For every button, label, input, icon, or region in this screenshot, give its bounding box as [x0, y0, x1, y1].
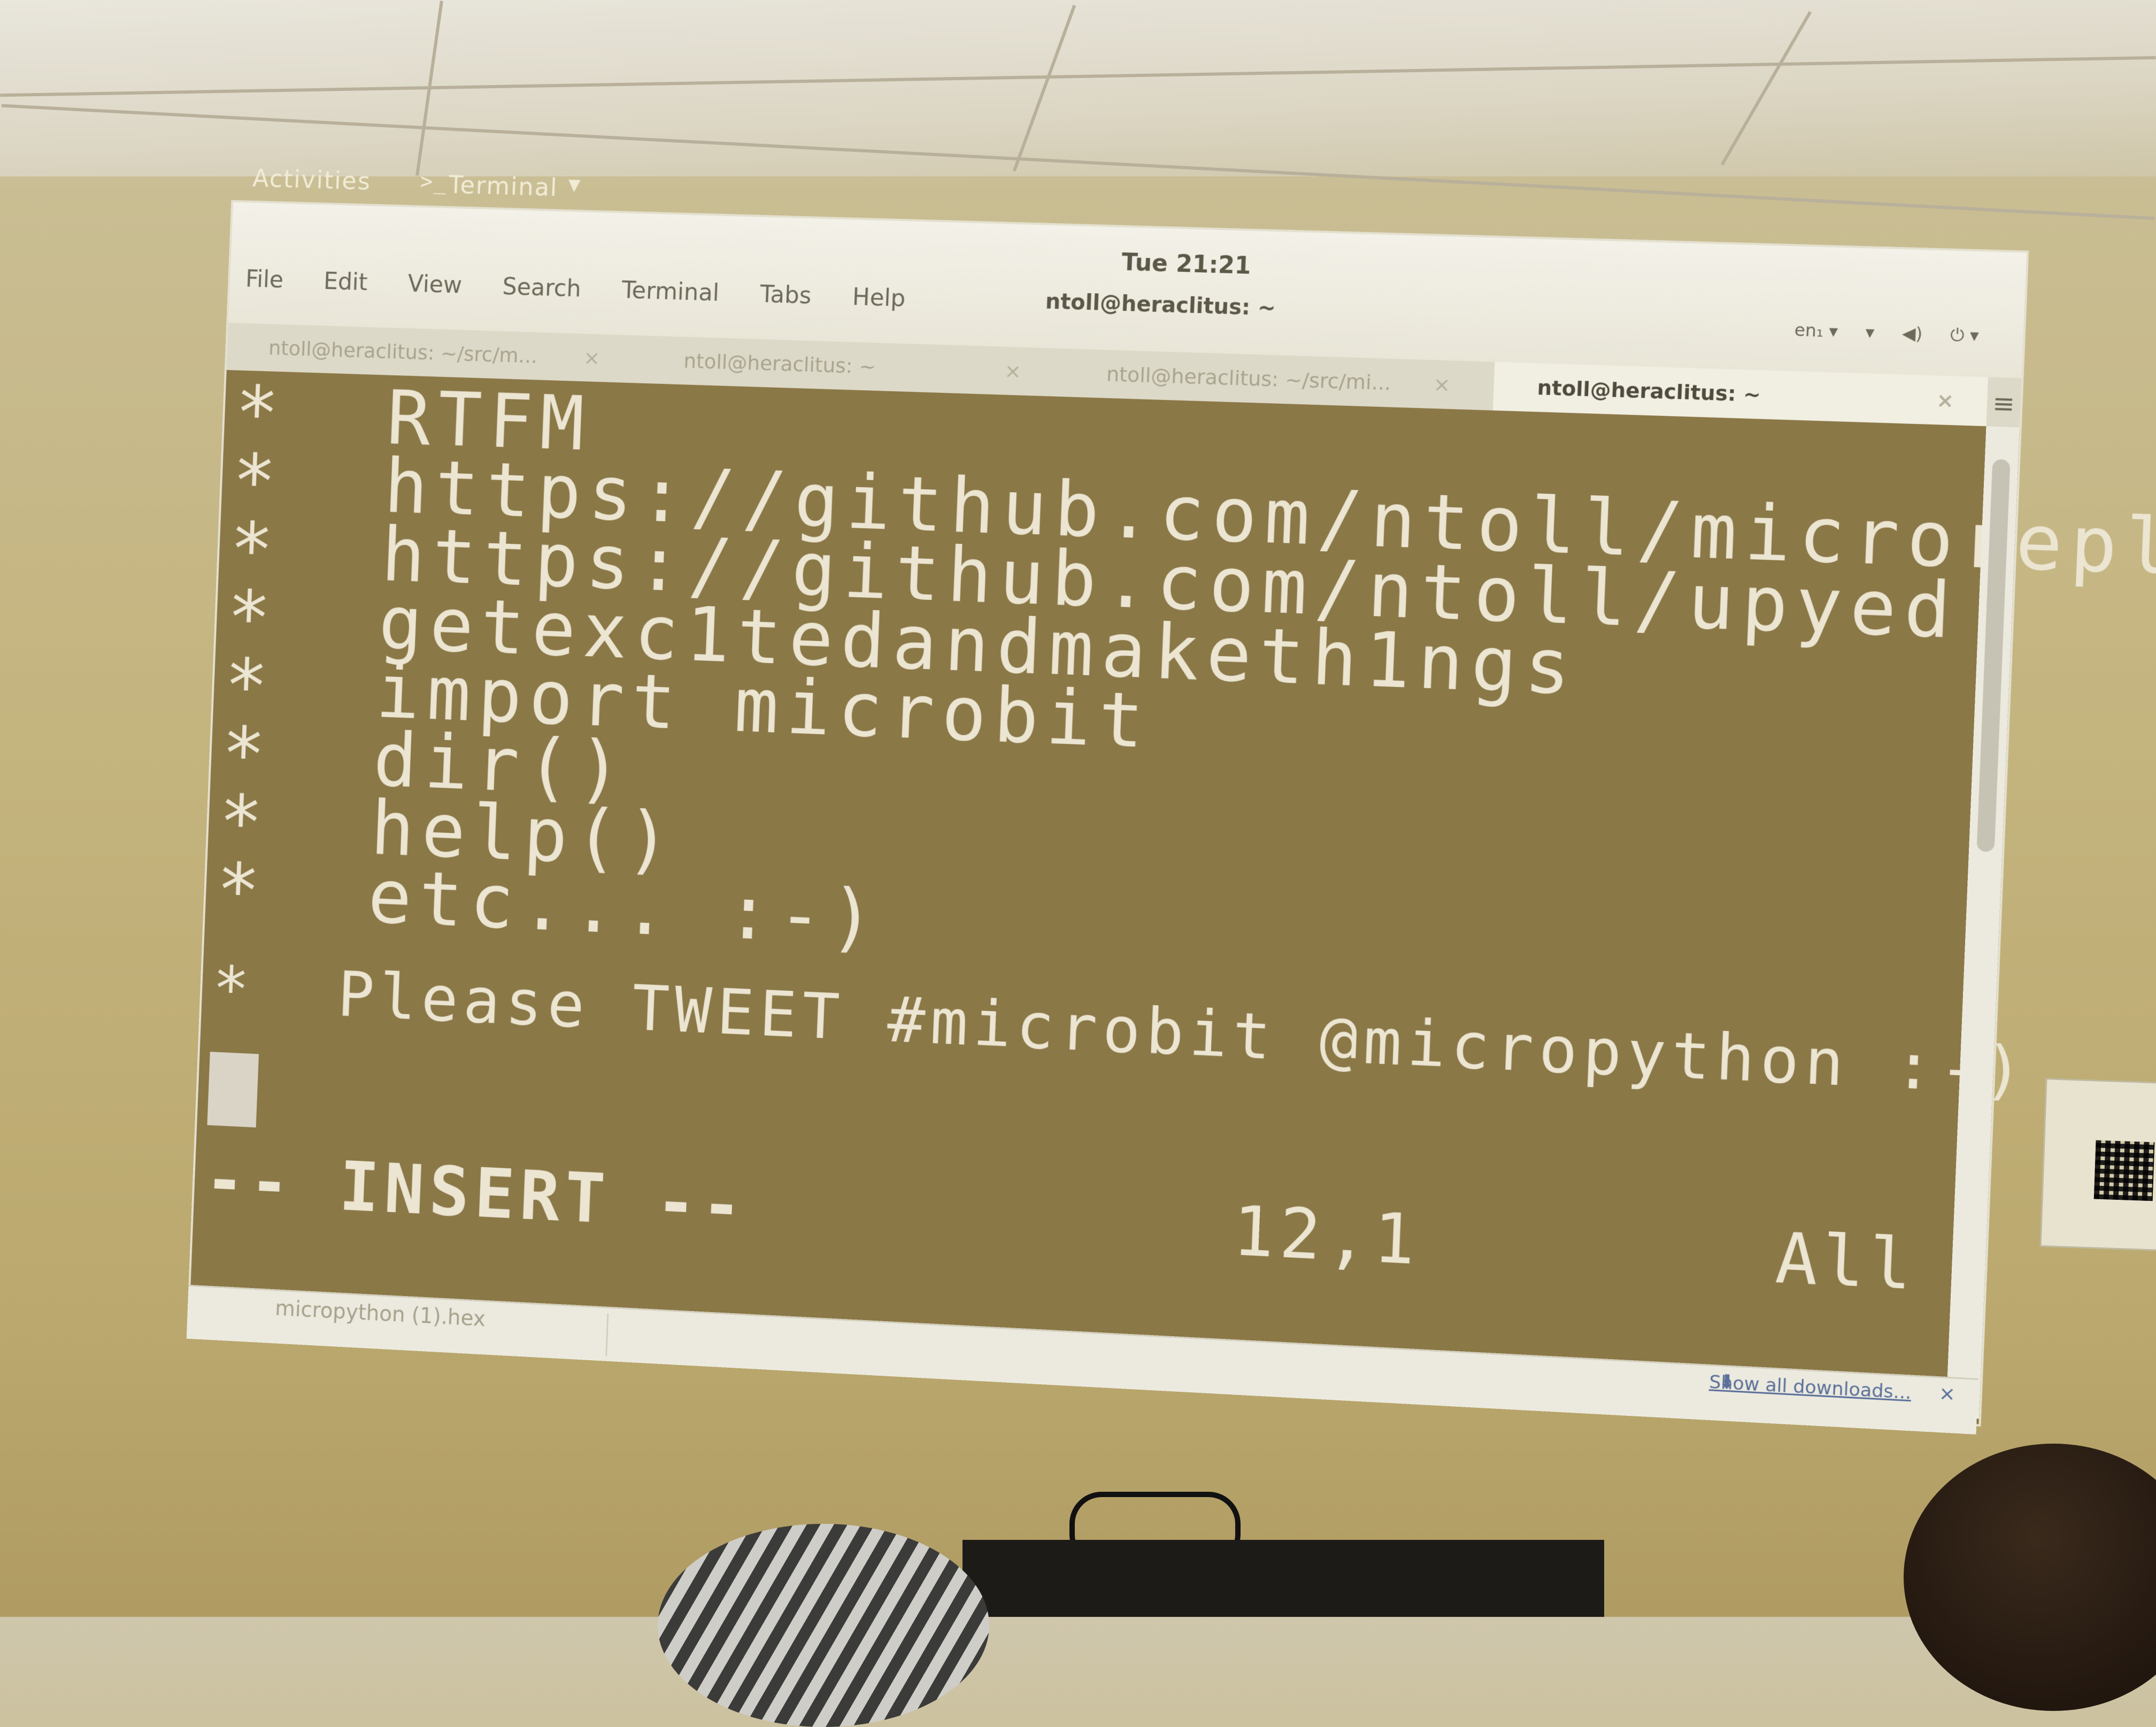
wifi-icon[interactable]: ▾ — [1865, 322, 1875, 343]
menu-search[interactable]: Search — [502, 273, 582, 303]
close-icon[interactable]: × — [1432, 360, 1451, 409]
terminal-content[interactable]: * RTFM * https://github.com/ntoll/micror… — [189, 369, 2156, 1417]
ceiling-tile-line — [0, 56, 2156, 97]
terminal-line: * etc... :-) — [214, 847, 883, 962]
tab-label: ntoll@heraclitus: ~/src/mi... — [1106, 362, 1392, 395]
menu-help[interactable]: Help — [852, 283, 906, 312]
terminal-window: Tue 21:21 ntoll@heraclitus: ~ File Edit … — [187, 199, 2156, 1427]
ceiling-tile-line — [1012, 4, 1076, 172]
menu-view[interactable]: View — [407, 271, 463, 299]
system-tray: en₁ ▾ ▾ ◀) ⏻ ▾ — [1772, 319, 1979, 346]
scroll-position: All — [1774, 1217, 1918, 1306]
chevron-down-icon: ▼ — [568, 175, 582, 195]
close-icon[interactable]: × — [1935, 375, 1955, 425]
menu-tabs[interactable]: Tabs — [759, 281, 812, 310]
volume-icon[interactable]: ◀) — [1901, 323, 1923, 344]
show-all-downloads-link[interactable]: Show all downloads... — [1708, 1371, 1912, 1404]
download-item[interactable]: micropython (1).hex — [274, 1296, 609, 1356]
desk — [962, 1540, 1604, 1617]
menu-terminal[interactable]: Terminal — [621, 276, 720, 306]
wall-poster — [2039, 1078, 2156, 1251]
hamburger-menu-icon[interactable]: ≡ — [1992, 388, 2015, 419]
close-icon[interactable]: × — [582, 334, 601, 382]
clock[interactable]: Tue 21:21 — [1121, 249, 1252, 280]
text-cursor — [207, 1052, 259, 1128]
window-title: ntoll@heraclitus: ~ — [1045, 289, 1276, 321]
menu-file[interactable]: File — [245, 266, 284, 294]
tab-label: ntoll@heraclitus: ~ — [683, 349, 876, 379]
app-menu-terminal[interactable]: Terminal — [448, 170, 559, 202]
power-icon[interactable]: ⏻ ▾ — [1950, 324, 1979, 345]
terminal-line: * Please TWEET #microbit @micropython :-… — [211, 952, 2030, 1109]
projected-desktop: Activities >_ Terminal ▼ Tue 21:21 ntoll… — [186, 153, 2156, 1435]
close-icon[interactable]: × — [1938, 1382, 1956, 1405]
menu-bar: File Edit View Search Terminal Tabs Help — [245, 266, 940, 313]
menu-edit[interactable]: Edit — [323, 268, 368, 296]
keyboard-layout[interactable]: en₁ ▾ — [1794, 320, 1838, 342]
ceiling-tile-line — [1720, 11, 1812, 166]
vim-mode-indicator: -- INSERT -- — [203, 1140, 749, 1247]
tab-label: ntoll@heraclitus: ~ — [1536, 375, 1761, 407]
qr-code — [2093, 1140, 2155, 1201]
ceiling — [0, 0, 2156, 220]
audience-head — [1904, 1444, 2156, 1711]
audience-head-beanie — [658, 1524, 989, 1727]
terminal-icon: >_ — [420, 169, 448, 195]
close-icon[interactable]: × — [1004, 347, 1022, 396]
tab-label: ntoll@heraclitus: ~/src/m... — [268, 336, 538, 368]
activities-button[interactable]: Activities — [252, 164, 372, 195]
cursor-position: 12,1 — [1231, 1191, 1422, 1281]
